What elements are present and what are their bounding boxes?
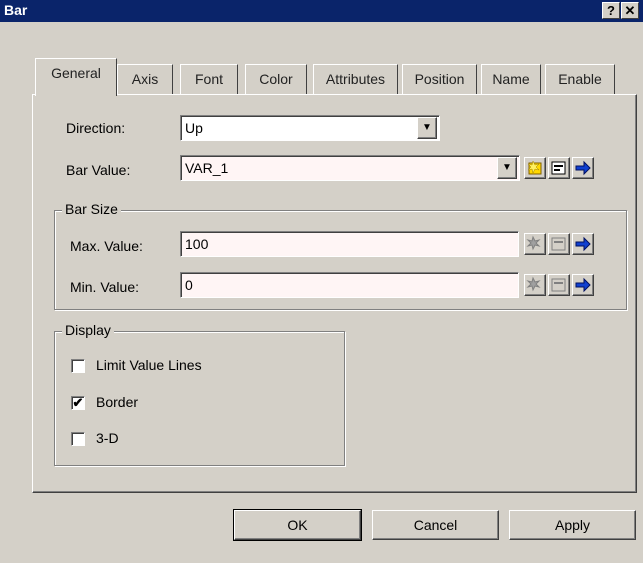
tab-position[interactable]: Position [402,64,477,94]
min-value-text: 0 [185,277,193,293]
min-value-field[interactable]: 0 [180,272,519,298]
edit-variable-button[interactable] [548,157,570,179]
max-value-label: Max. Value: [70,238,143,254]
max-value-text: 100 [185,236,209,252]
tab-name-label: Name [492,71,530,87]
tab-attributes[interactable]: Attributes [313,64,398,94]
edit-variable-icon-disabled [551,278,566,292]
border-checkbox[interactable]: ✔ [71,396,85,410]
bar-value-combo[interactable]: VAR_1 [180,155,520,181]
tab-color-label: Color [259,71,293,87]
checkmark-icon: ✔ [72,395,84,410]
bar-value-label: Bar Value: [66,162,131,178]
min-value-label: Min. Value: [70,279,139,295]
close-button[interactable]: ✕ [621,2,639,19]
edit-variable-icon-disabled [551,237,566,251]
edit-variable-icon [551,161,566,175]
arrow-right-icon [575,160,591,176]
min-browse-button[interactable] [572,274,594,296]
border-label[interactable]: Border [96,394,138,410]
tab-font[interactable]: Font [180,64,238,94]
max-new-variable-button [524,233,546,255]
arrow-right-icon [575,277,591,293]
max-value-field[interactable]: 100 [180,231,519,257]
new-variable-icon [527,160,542,175]
tab-font-label: Font [194,71,223,87]
max-browse-button[interactable] [572,233,594,255]
new-variable-button[interactable] [524,157,546,179]
max-edit-variable-button [548,233,570,255]
direction-label: Direction: [66,120,126,136]
bar-size-title: Bar Size [62,201,121,217]
direction-select[interactable]: Up [180,115,440,141]
display-title: Display [62,322,114,338]
new-variable-icon-disabled [526,276,541,292]
tab-enable-label: Enable [558,71,602,87]
tab-name[interactable]: Name [481,64,541,94]
limit-value-lines-checkbox[interactable] [71,359,85,373]
tab-axis-label: Axis [131,71,159,87]
ok-button[interactable]: OK [233,509,362,541]
help-button[interactable]: ? [602,2,620,19]
window-title: Bar [4,2,28,18]
direction-value: Up [185,120,203,136]
title-bar: Bar ? ✕ [0,0,643,22]
direction-dropdown-button[interactable]: ▼ [417,117,437,139]
bar-value-text: VAR_1 [185,160,229,176]
browse-variable-button[interactable] [572,157,594,179]
cancel-button[interactable]: Cancel [372,510,499,540]
tab-enable[interactable]: Enable [545,64,615,94]
tab-general[interactable]: General [35,58,117,96]
tab-attributes-label: Attributes [325,71,386,87]
three-d-label[interactable]: 3-D [96,430,119,446]
limit-value-lines-label[interactable]: Limit Value Lines [96,357,202,373]
min-edit-variable-button [548,274,570,296]
apply-button[interactable]: Apply [509,510,636,540]
bar-value-dropdown-button[interactable]: ▼ [497,157,517,179]
new-variable-icon-disabled [526,235,541,251]
tab-axis[interactable]: Axis [117,64,173,94]
tab-position-label: Position [414,71,465,87]
min-new-variable-button [524,274,546,296]
tab-general-label: General [51,65,101,81]
three-d-checkbox[interactable] [71,432,85,446]
bar-dialog: Bar ? ✕ General Axis Font Color Attribut… [0,0,643,563]
tab-color[interactable]: Color [245,64,307,94]
arrow-right-icon [575,236,591,252]
